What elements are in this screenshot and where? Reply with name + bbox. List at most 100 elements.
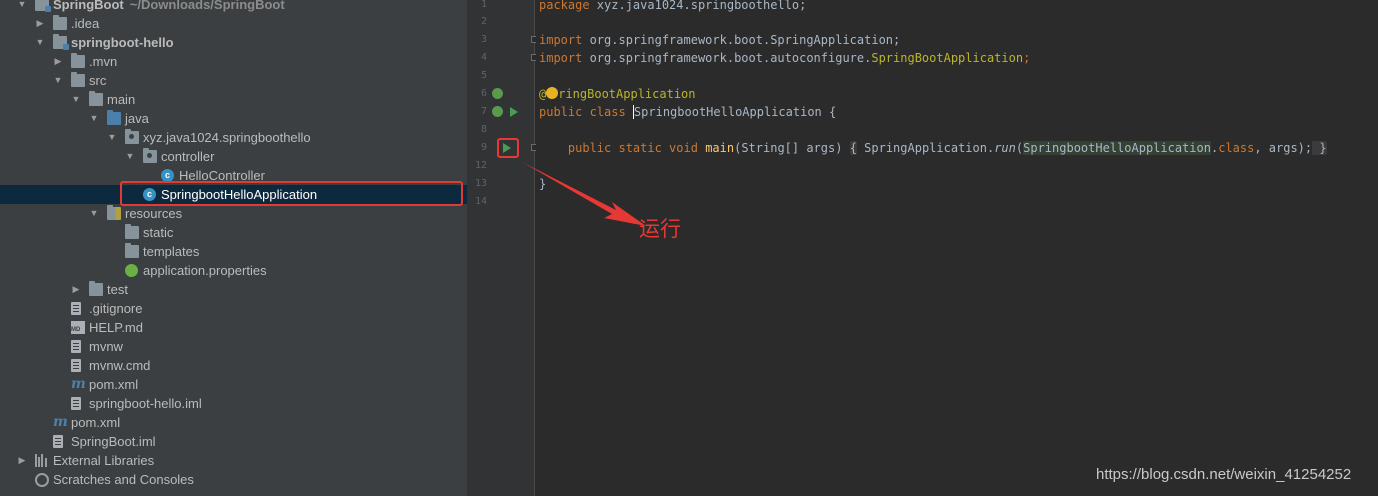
tree-root-pom-xml[interactable]: m pom.xml: [0, 413, 467, 432]
package-icon: [125, 129, 139, 144]
collapsed-arrow-icon[interactable]: ▶: [34, 14, 46, 33]
tree-item-label: .mvn: [89, 54, 118, 69]
tree-mvn[interactable]: ▶ .mvn: [0, 52, 467, 71]
tree-item-text: application.properties: [143, 261, 267, 280]
tree-application-properties[interactable]: application.properties: [0, 261, 467, 280]
tree-java[interactable]: ▼ java: [0, 109, 467, 128]
expanded-arrow-icon[interactable]: ▼: [88, 109, 100, 128]
tree-item-text: java: [125, 109, 149, 128]
folder-icon: [89, 91, 103, 106]
file-icon: [53, 435, 63, 448]
folder-icon: [89, 281, 103, 296]
tree-help-md[interactable]: MD HELP.md: [0, 318, 467, 337]
line-number: 8: [480, 124, 487, 135]
tree-mvnw-cmd[interactable]: mvnw.cmd: [0, 356, 467, 375]
tree-main[interactable]: ▼ main: [0, 90, 467, 109]
line-number: 9: [480, 142, 487, 153]
line-number: 13: [474, 178, 487, 189]
tree-springboot-hello[interactable]: ▼ springboot-hello: [0, 33, 467, 52]
spring-properties-icon: [125, 264, 138, 277]
line-number: 4: [480, 52, 487, 63]
editor-gutter: 1 2 3 4 5 6 7 8 9 12 13 14: [467, 0, 538, 496]
code-text: org.springframework.boot.autoconfigure.: [582, 51, 872, 65]
tree-item-text: SpringBoot ~/Downloads/SpringBoot: [53, 0, 285, 14]
code-editor[interactable]: package xyz.java1024.springboothello; im…: [536, 0, 1378, 496]
tree-springboot-hello-iml[interactable]: springboot-hello.iml: [0, 394, 467, 413]
tree-item-label: mvnw: [89, 339, 123, 354]
tree-item-text: pom.xml: [71, 413, 120, 432]
tree-item-label: xyz.java1024.springboothello: [143, 130, 311, 145]
spring-bean-gutter-icon[interactable]: [492, 88, 503, 99]
tree-package[interactable]: ▼ xyz.java1024.springboothello: [0, 128, 467, 147]
tree-external-libraries[interactable]: ▶ External Libraries: [0, 451, 467, 470]
tree-controller[interactable]: ▼ controller: [0, 147, 467, 166]
collapsed-arrow-icon[interactable]: ▶: [16, 451, 28, 470]
code-text: xyz.java1024.springboothello;: [589, 0, 807, 12]
tree-item-label: HELP.md: [89, 320, 143, 335]
watermark: https://blog.csdn.net/weixin_41254252: [1096, 466, 1352, 483]
expanded-arrow-icon[interactable]: ▼: [52, 71, 64, 90]
keyword: public static void: [567, 141, 706, 155]
line-number: 5: [480, 70, 487, 81]
tree-item-text: External Libraries: [53, 451, 154, 470]
tree-item-label: main: [107, 92, 136, 107]
folded-brace[interactable]: {: [849, 141, 857, 155]
expanded-arrow-icon[interactable]: ▼: [34, 33, 46, 52]
folder-icon: [125, 224, 139, 239]
tree-item-text: .gitignore: [89, 299, 142, 318]
expanded-arrow-icon[interactable]: ▼: [70, 90, 82, 109]
code-text: (String[] args): [734, 141, 850, 155]
scratches-icon: [35, 473, 49, 487]
class-name: SpringBootApplication: [871, 51, 1024, 65]
arrow-shape: [522, 162, 646, 226]
code-line-9: public static void main(String[] args) {…: [539, 139, 1327, 157]
run-annotation-label: 运行: [639, 217, 681, 241]
folder-module-icon: [53, 34, 69, 50]
tree-item-text: templates: [143, 242, 199, 261]
expanded-arrow-icon[interactable]: ▼: [106, 128, 118, 147]
tree-item-label: springboot-hello.iml: [89, 396, 202, 411]
tree-springboot-iml[interactable]: SpringBoot.iml: [0, 432, 467, 451]
tree-mvnw[interactable]: mvnw: [0, 337, 467, 356]
spring-bean-gutter-icon[interactable]: [492, 106, 503, 117]
code-line-3: import org.springframework.boot.SpringAp…: [539, 31, 900, 49]
tree-gitignore[interactable]: .gitignore: [0, 299, 467, 318]
tree-item-text: main: [107, 90, 135, 109]
expanded-arrow-icon[interactable]: ▼: [124, 147, 136, 166]
tree-pom-xml[interactable]: m pom.xml: [0, 375, 467, 394]
tree-resources[interactable]: ▼ resources: [0, 204, 467, 223]
tree-static[interactable]: static: [0, 223, 467, 242]
expanded-arrow-icon[interactable]: ▼: [88, 204, 100, 223]
annotation-name: ringBootApplication: [558, 87, 696, 101]
bulb-icon[interactable]: [546, 87, 559, 99]
collapsed-arrow-icon[interactable]: ▶: [70, 280, 82, 299]
tree-src[interactable]: ▼ src: [0, 71, 467, 90]
class-name: SpringbootHelloApplication: [632, 105, 822, 119]
tree-root[interactable]: ▼ SpringBoot ~/Downloads/SpringBoot: [0, 0, 467, 14]
tree-scratches[interactable]: Scratches and Consoles: [0, 470, 467, 489]
code-text: , args);: [1254, 141, 1313, 155]
collapsed-arrow-icon[interactable]: ▶: [52, 52, 64, 71]
folded-brace[interactable]: }: [1312, 141, 1327, 155]
tree-idea[interactable]: ▶ .idea: [0, 14, 467, 33]
tree-item-text: .idea: [71, 14, 99, 33]
line-number: 3: [480, 34, 487, 45]
line-number: 6: [480, 88, 487, 99]
keyword: public class: [539, 105, 633, 119]
code-text: SpringApplication.: [856, 141, 995, 155]
tree-test[interactable]: ▶ test: [0, 280, 467, 299]
annotation-at: @: [539, 87, 547, 101]
run-class-gutter-icon[interactable]: [510, 107, 518, 117]
markdown-icon: MD: [71, 321, 85, 334]
tree-item-label: External Libraries: [53, 453, 155, 468]
expanded-arrow-icon[interactable]: ▼: [16, 0, 28, 14]
tree-templates[interactable]: templates: [0, 242, 467, 261]
tree-item-label: static: [143, 225, 174, 240]
